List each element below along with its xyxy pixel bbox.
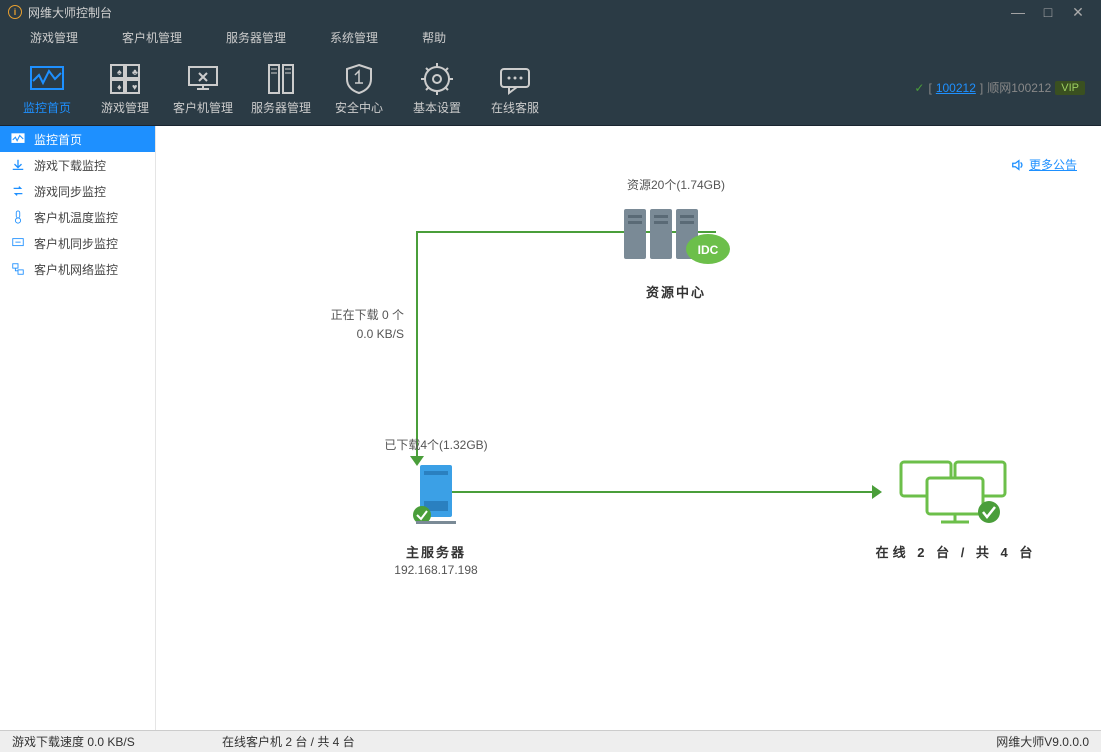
datacenter-icon: IDC [616, 201, 736, 271]
tool-game-manage[interactable]: ♠ ♣ ♦ ♥ 游戏管理 [86, 59, 164, 116]
game-icon: ♠ ♣ ♦ ♥ [86, 59, 164, 99]
menu-game[interactable]: 游戏管理 [8, 29, 100, 46]
topology-diagram: 资源20个(1.74GB) IDC 资源中心 正在下载 0 个 0.0 KB/S [156, 126, 1101, 730]
menu-system[interactable]: 系统管理 [308, 29, 400, 46]
check-icon: ✓ [914, 81, 924, 95]
org-label: 顺网100212 [987, 79, 1051, 96]
monitor-home-icon [10, 131, 26, 147]
svg-text:♦: ♦ [117, 82, 122, 92]
resource-center-caption: 资源中心 [576, 282, 776, 301]
sidebar-label: 游戏同步监控 [34, 183, 106, 200]
sidebar-item-game-sync[interactable]: 游戏同步监控 [0, 178, 155, 204]
user-id-link[interactable]: 100212 [936, 81, 976, 95]
thermometer-icon [10, 209, 26, 225]
gear-icon [398, 59, 476, 99]
tool-basic-settings[interactable]: 基本设置 [398, 59, 476, 116]
client-icon [164, 59, 242, 99]
sidebar-label: 客户机网络监控 [34, 261, 118, 278]
svg-text:♥: ♥ [132, 82, 137, 92]
tool-label: 基本设置 [398, 99, 476, 116]
svg-text:♠: ♠ [117, 67, 122, 77]
monitor-icon [8, 59, 86, 99]
sidebar-label: 游戏下载监控 [34, 157, 106, 174]
toolbar-status: ✓ [ 100212 ] 顺网100212 VIP [914, 79, 1093, 96]
sidebar-item-client-temp[interactable]: 客户机温度监控 [0, 204, 155, 230]
tool-label: 服务器管理 [242, 99, 320, 116]
tool-label: 监控首页 [8, 99, 86, 116]
sidebar-item-client-sync[interactable]: 客户机同步监控 [0, 230, 155, 256]
clients-node: 在线 2 台 / 共 4 台 [856, 456, 1056, 561]
main-server-ip: 192.168.17.198 [336, 563, 536, 577]
status-online: 在线客户机 2 台 / 共 4 台 [210, 733, 367, 750]
menubar: 游戏管理 客户机管理 服务器管理 系统管理 帮助 [0, 24, 1101, 50]
sidebar-item-client-network[interactable]: 客户机网络监控 [0, 256, 155, 282]
titlebar: i 网维大师控制台 — □ ✕ [0, 0, 1101, 24]
shield-icon [320, 59, 398, 99]
svg-text:♣: ♣ [132, 67, 138, 77]
client-sync-icon [10, 235, 26, 251]
menu-help[interactable]: 帮助 [400, 29, 468, 46]
vip-badge: VIP [1055, 81, 1085, 95]
sidebar-label: 监控首页 [34, 131, 82, 148]
chat-icon [476, 59, 554, 99]
sidebar-item-monitor-home[interactable]: 监控首页 [0, 126, 155, 152]
tool-server-manage[interactable]: 服务器管理 [242, 59, 320, 116]
clients-icon [891, 456, 1021, 531]
tool-label: 客户机管理 [164, 99, 242, 116]
main-server-caption: 主服务器 [336, 542, 536, 561]
toolbar: 监控首页 ♠♣♦♥ 游戏管理 客户机管理 服务器管理 安全中心 基本设置 在线 [0, 50, 1101, 126]
server-icon [242, 59, 320, 99]
download-icon [10, 157, 26, 173]
maximize-button[interactable]: □ [1033, 4, 1063, 20]
main-server-node: 已下载4个(1.32GB) 主服务器 192.168.17.198 [336, 436, 536, 577]
svg-text:IDC: IDC [698, 243, 719, 257]
sidebar-item-game-download[interactable]: 游戏下载监控 [0, 152, 155, 178]
sidebar: 监控首页 游戏下载监控 游戏同步监控 客户机温度监控 客户机同步监控 客户机网络… [0, 126, 156, 730]
resource-center-node: 资源20个(1.74GB) IDC 资源中心 [576, 176, 776, 301]
sync-icon [10, 183, 26, 199]
tool-security[interactable]: 安全中心 [320, 59, 398, 116]
menu-server[interactable]: 服务器管理 [204, 29, 308, 46]
status-version: 网维大师V9.0.0.0 [984, 733, 1101, 750]
tool-label: 安全中心 [320, 99, 398, 116]
statusbar: 游戏下载速度 0.0 KB/S 在线客户机 2 台 / 共 4 台 网维大师V9… [0, 730, 1101, 752]
menu-client[interactable]: 客户机管理 [100, 29, 204, 46]
downloading-status: 正在下载 0 个 0.0 KB/S [304, 306, 404, 341]
app-logo-icon: i [8, 5, 22, 19]
resource-count-label: 资源20个(1.74GB) [576, 176, 776, 193]
status-speed: 游戏下载速度 0.0 KB/S [0, 733, 210, 750]
window-title: 网维大师控制台 [28, 4, 112, 21]
clients-caption: 在线 2 台 / 共 4 台 [856, 542, 1056, 561]
tool-client-manage[interactable]: 客户机管理 [164, 59, 242, 116]
server-tower-icon [406, 461, 466, 531]
network-icon [10, 261, 26, 277]
close-button[interactable]: ✕ [1063, 4, 1093, 21]
tool-monitor-home[interactable]: 监控首页 [8, 59, 86, 116]
downloaded-label: 已下载4个(1.32GB) [336, 436, 536, 453]
tool-label: 游戏管理 [86, 99, 164, 116]
connector-line [416, 231, 418, 461]
minimize-button[interactable]: — [1003, 4, 1033, 20]
tool-label: 在线客服 [476, 99, 554, 116]
sidebar-label: 客户机温度监控 [34, 209, 118, 226]
main-panel: 更多公告 资源20个(1.74GB) IDC [156, 126, 1101, 730]
tool-online-service[interactable]: 在线客服 [476, 59, 554, 116]
sidebar-label: 客户机同步监控 [34, 235, 118, 252]
